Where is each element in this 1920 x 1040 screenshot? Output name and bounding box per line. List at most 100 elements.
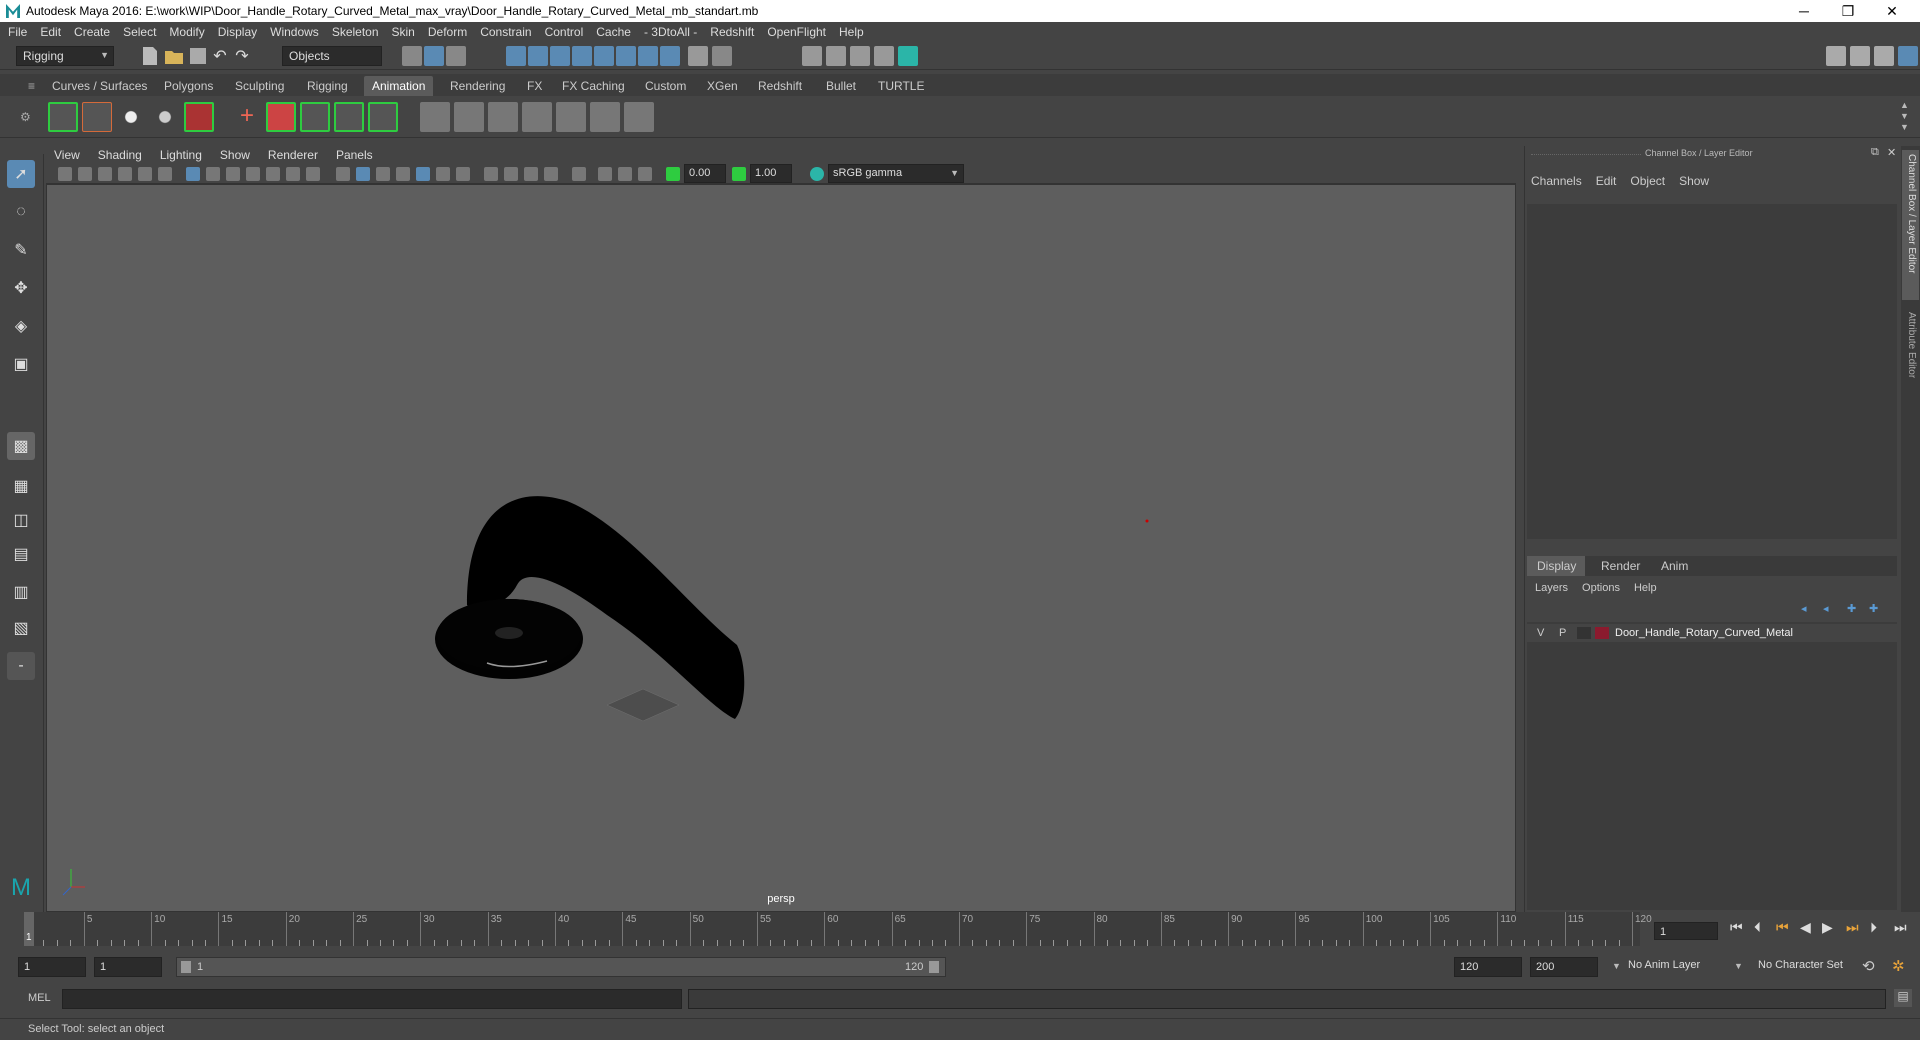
move-tool-icon[interactable]: ✥ [7, 274, 35, 302]
textured-icon[interactable] [416, 167, 430, 181]
field-chart-icon[interactable] [266, 167, 280, 181]
layer-tab-display[interactable]: Display [1527, 556, 1585, 576]
render-settings-icon[interactable] [874, 46, 894, 66]
color-management-icon[interactable] [810, 167, 824, 181]
key-scale-icon[interactable] [334, 102, 364, 132]
image-plane-icon[interactable] [118, 167, 132, 181]
layout-four-icon[interactable]: ▦ [7, 472, 35, 500]
snap-surface-icon[interactable] [594, 46, 614, 66]
goto-end-icon[interactable]: ⏭ [1894, 919, 1907, 936]
layout-hypershade-icon[interactable]: ▧ [7, 614, 35, 642]
door-handle-model[interactable] [435, 496, 745, 719]
xray-components-icon[interactable] [638, 167, 652, 181]
shelf-tab-polygons[interactable]: Polygons [156, 76, 221, 96]
ik-handle-icon[interactable] [624, 102, 654, 132]
minimize-button[interactable]: ─ [1782, 0, 1826, 22]
snap-curve-icon[interactable] [528, 46, 548, 66]
layer-visibility[interactable]: V [1537, 627, 1544, 639]
cb-menu-show[interactable]: Show [1679, 174, 1709, 188]
ipr-render-icon[interactable] [850, 46, 870, 66]
wireframe-on-shaded-icon[interactable] [396, 167, 410, 181]
close-button[interactable]: ✕ [1870, 0, 1914, 22]
workspace-icon[interactable] [1826, 46, 1846, 66]
gamma-icon[interactable] [732, 167, 746, 181]
close-panel-icon[interactable]: ✕ [1887, 146, 1896, 159]
menu-skeleton[interactable]: Skeleton [332, 25, 379, 39]
auto-key-icon[interactable]: ⟲ [1862, 957, 1875, 975]
panel-menu-panels[interactable]: Panels [336, 148, 373, 162]
layout-single-icon[interactable]: ▩ [7, 432, 35, 460]
smooth-shade-icon[interactable] [356, 167, 370, 181]
anim-prefs-icon[interactable]: ✲ [1892, 957, 1905, 975]
paint-select-icon[interactable]: ✎ [7, 236, 35, 264]
playblast-icon[interactable] [48, 102, 78, 132]
constraint-parent-icon[interactable] [556, 102, 586, 132]
step-forward-key-icon[interactable]: ⏭ [1846, 919, 1859, 936]
layer-menu-layers[interactable]: Layers [1535, 582, 1568, 594]
multisample-icon[interactable] [524, 167, 538, 181]
script-editor-icon[interactable]: ▤ [1894, 989, 1912, 1007]
shelf-tab-xgen[interactable]: XGen [699, 76, 746, 96]
shadows-icon[interactable] [456, 167, 470, 181]
history-icon[interactable] [660, 46, 680, 66]
end-time-field[interactable]: 120 [1454, 957, 1522, 977]
select-object-icon[interactable] [424, 46, 444, 66]
step-back-key-icon[interactable]: ⏮ [1776, 919, 1789, 936]
layout-two-icon[interactable]: ◫ [7, 506, 35, 534]
menu-select[interactable]: Select [123, 25, 156, 39]
constraint-orient-icon[interactable] [488, 102, 518, 132]
play-back-icon[interactable]: ◀ [1800, 919, 1811, 936]
panel-menu-renderer[interactable]: Renderer [268, 148, 318, 162]
character-set-dropdown[interactable]: No Character Set [1752, 957, 1874, 977]
layer-name[interactable]: Door_Handle_Rotary_Curved_Metal [1615, 627, 1793, 639]
shelf-tab-fx[interactable]: FX [519, 76, 550, 96]
play-forward-icon[interactable]: ▶ [1822, 919, 1833, 936]
command-language-label[interactable]: MEL [28, 992, 51, 1004]
shelf-options-icon[interactable]: ⚙ [20, 110, 34, 124]
redo-icon[interactable]: ↷ [232, 46, 252, 66]
layer-menu-help[interactable]: Help [1634, 582, 1657, 594]
layer-type-toggle[interactable] [1577, 627, 1591, 639]
camera-attr-icon[interactable] [78, 167, 92, 181]
gate-mask-icon[interactable] [246, 167, 260, 181]
gamma-field[interactable]: 1.00 [750, 164, 792, 183]
menu-openflight[interactable]: OpenFlight [767, 25, 826, 39]
channel-list[interactable] [1527, 204, 1897, 539]
exposure-field[interactable]: 0.00 [684, 164, 726, 183]
film-gate-icon[interactable] [206, 167, 220, 181]
scale-tool-icon[interactable]: ▣ [7, 350, 35, 378]
step-forward-frame-icon[interactable]: ⏵ [1870, 919, 1877, 936]
float-panel-icon[interactable]: ⧉ [1871, 146, 1879, 159]
range-start-handle[interactable] [181, 961, 191, 973]
motion-blur-icon[interactable] [504, 167, 518, 181]
time-slider[interactable]: 5 10 15 20 25 30 35 40 45 50 55 60 65 70 75 80 85 90 95 100… [0, 912, 1920, 950]
menu-redshift[interactable]: Redshift [710, 25, 754, 39]
selection-mode-dropdown[interactable]: Objects [282, 46, 382, 66]
screen-space-ao-icon[interactable] [484, 167, 498, 181]
menu-display[interactable]: Display [218, 25, 257, 39]
xray-icon[interactable] [598, 167, 612, 181]
set-key-icon[interactable] [184, 102, 214, 132]
undo-icon[interactable]: ↶ [210, 46, 230, 66]
viewport-persp[interactable]: persp [46, 184, 1516, 912]
toggle-channelbox-icon[interactable] [1898, 46, 1918, 66]
start-time-field[interactable]: 1 [18, 957, 86, 977]
shelf-tab-turtle[interactable]: TURTLE [870, 76, 932, 96]
toggle-toolbox-icon[interactable] [1850, 46, 1870, 66]
time-ruler[interactable]: 5 10 15 20 25 30 35 40 45 50 55 60 65 70 75 80 85 90 95 100… [24, 912, 1652, 946]
constraint-scale-icon[interactable] [522, 102, 552, 132]
grease-pencil-icon[interactable] [158, 167, 172, 181]
rotate-tool-icon[interactable]: ◈ [7, 312, 35, 340]
layer-color-swatch[interactable] [1595, 627, 1609, 639]
cb-menu-object[interactable]: Object [1630, 174, 1665, 188]
unghost-icon[interactable] [150, 102, 180, 132]
cb-menu-edit[interactable]: Edit [1596, 174, 1617, 188]
render-frame-icon[interactable] [826, 46, 846, 66]
lock-icon[interactable] [688, 46, 708, 66]
new-scene-icon[interactable] [143, 47, 157, 65]
shelf-tab-curves[interactable]: Curves / Surfaces [44, 76, 155, 96]
drag-handle[interactable] [1531, 154, 1641, 155]
snap-vertex-icon[interactable] [616, 46, 636, 66]
snap-point-icon[interactable] [550, 46, 570, 66]
isolate-select-icon[interactable] [572, 167, 586, 181]
